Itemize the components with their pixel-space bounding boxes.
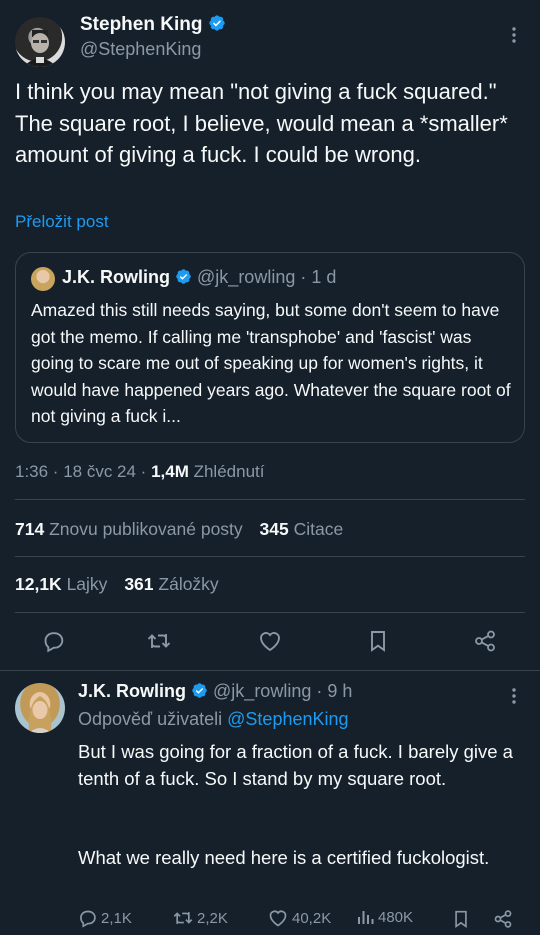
author-handle[interactable]: @StephenKing bbox=[80, 39, 201, 60]
divider bbox=[15, 499, 525, 500]
reply-text-paragraph-1: But I was going for a fraction of a fuck… bbox=[78, 741, 513, 789]
repost-icon[interactable] bbox=[145, 628, 173, 654]
replying-to-prefix: Odpověď uživateli bbox=[78, 709, 228, 729]
replying-to: Odpověď uživateli @StephenKing bbox=[78, 709, 349, 730]
author-name[interactable]: Stephen King bbox=[80, 14, 202, 35]
quoted-text: Amazed this still needs saying, but some… bbox=[31, 300, 511, 426]
like-icon[interactable] bbox=[256, 628, 284, 654]
more-options-icon[interactable] bbox=[504, 24, 524, 46]
reply-author-name[interactable]: J.K. Rowling bbox=[78, 681, 186, 701]
quoted-author-avatar bbox=[31, 267, 55, 291]
reply-time[interactable]: · 9 h bbox=[316, 681, 352, 701]
reply-icon[interactable] bbox=[41, 628, 67, 654]
reply-more-options-icon[interactable] bbox=[504, 685, 524, 707]
quoted-time: · 1 d bbox=[300, 267, 337, 287]
reply-author-avatar[interactable] bbox=[15, 683, 65, 733]
tweet-text: I think you may mean "not giving a fuck … bbox=[15, 79, 508, 167]
repost-icon bbox=[173, 912, 193, 924]
verified-badge-icon bbox=[192, 683, 207, 698]
bookmarks-stat[interactable]: 361 Záložky bbox=[124, 574, 218, 594]
reply-reposts-count: 2,2K bbox=[197, 909, 228, 927]
reply-icon bbox=[80, 910, 96, 928]
divider bbox=[15, 612, 525, 613]
tweet-time: 1:36 · 18 čvc 24 · bbox=[15, 462, 152, 481]
reply-views-count: 480K bbox=[378, 908, 414, 926]
quotes-stat[interactable]: 345 Citace bbox=[260, 519, 344, 539]
reply-replies-action[interactable]: 2,1K bbox=[78, 908, 132, 928]
stephen-king-avatar[interactable] bbox=[15, 17, 65, 67]
reply-likes-count: 40,2K bbox=[292, 909, 332, 927]
stats-row-reposts: 714 Znovu publikované posty 345 Citace bbox=[15, 519, 343, 540]
stats-row-likes: 12,1K Lajky 361 Záložky bbox=[15, 574, 219, 595]
reply-reposts-action[interactable]: 2,2K bbox=[172, 908, 228, 928]
views-icon bbox=[358, 911, 374, 924]
views-count[interactable]: 1,4M bbox=[151, 462, 189, 481]
reply-header: J.K. Rowling @jk_rowling · 9 h bbox=[78, 681, 352, 702]
quoted-author-name: J.K. Rowling bbox=[62, 267, 170, 287]
verified-badge-icon bbox=[209, 15, 225, 31]
quoted-tweet-card[interactable]: J.K. Rowling @jk_rowling · 1 d Amazed th… bbox=[15, 252, 525, 443]
divider bbox=[0, 670, 540, 671]
reply-bookmark-icon[interactable] bbox=[451, 908, 471, 930]
like-icon bbox=[269, 910, 287, 927]
reply-share-icon[interactable] bbox=[492, 908, 514, 930]
quoted-author-handle: @jk_rowling bbox=[197, 267, 296, 287]
reply-views-action[interactable]: 480K bbox=[357, 908, 413, 926]
bookmark-icon[interactable] bbox=[365, 628, 391, 654]
reply-likes-action[interactable]: 40,2K bbox=[267, 908, 331, 928]
replying-to-handle[interactable]: @StephenKing bbox=[227, 709, 348, 729]
reply-author-handle[interactable]: @jk_rowling bbox=[213, 681, 311, 701]
likes-stat[interactable]: 12,1K Lajky bbox=[15, 574, 107, 594]
divider bbox=[15, 556, 525, 557]
author-name-row[interactable]: Stephen King bbox=[80, 14, 226, 36]
views-label[interactable]: Zhlédnutí bbox=[189, 462, 265, 481]
translate-post-link[interactable]: Přeložit post bbox=[15, 212, 109, 232]
reposts-stat[interactable]: 714 Znovu publikované posty bbox=[15, 519, 243, 539]
reply-text-paragraph-2: What we really need here is a certified … bbox=[78, 847, 490, 868]
tweet-meta: 1:36 · 18 čvc 24 · 1,4M Zhlédnutí bbox=[15, 462, 264, 482]
verified-badge-icon bbox=[176, 269, 191, 284]
share-icon[interactable] bbox=[472, 628, 498, 654]
reply-replies-count: 2,1K bbox=[101, 909, 132, 927]
quoted-header: J.K. Rowling @jk_rowling · 1 d bbox=[62, 267, 336, 288]
